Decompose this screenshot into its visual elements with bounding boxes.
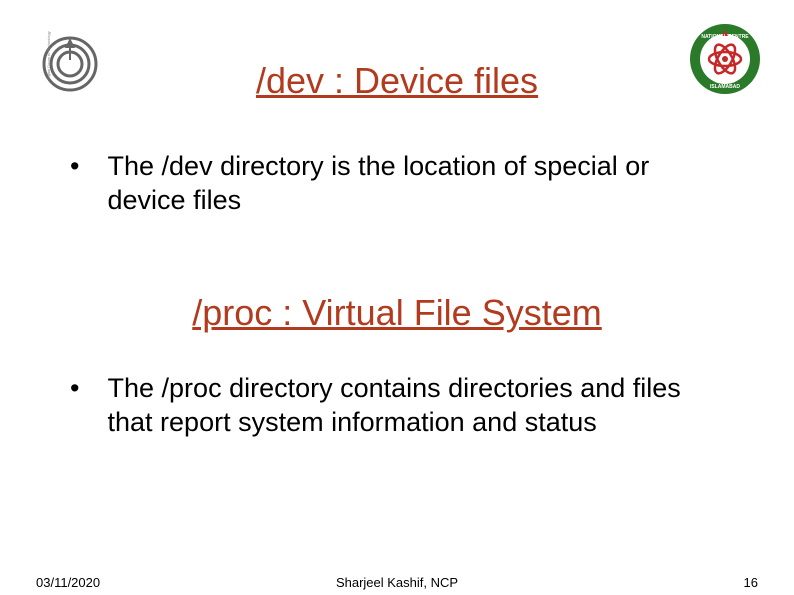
footer-author: Sharjeel Kashif, NCP [0,575,794,590]
bullet-proc-text: The /proc directory contains directories… [108,372,722,440]
footer-page-number: 16 [744,575,758,590]
bullet-dev-text: The /dev directory is the location of sp… [108,150,722,218]
bullet-proc: • The /proc directory contains directori… [70,372,724,440]
bullet-dev: • The /dev directory is the location of … [70,150,724,218]
svg-text:NATIONAL CENTRE: NATIONAL CENTRE [701,34,749,40]
heading-dev: /dev : Device files [0,60,794,102]
bullet-marker: • [70,372,100,406]
heading-proc: /proc : Virtual File System [0,292,794,334]
bullet-marker: • [70,150,100,184]
